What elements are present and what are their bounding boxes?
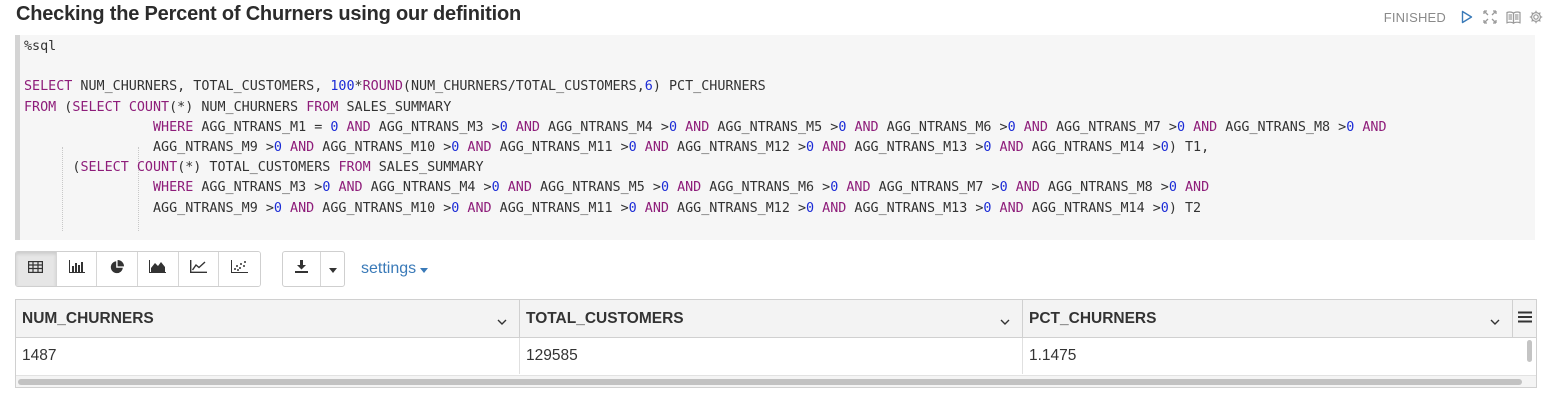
caret-down-icon — [328, 260, 337, 278]
table-icon — [28, 260, 44, 278]
code-editor[interactable]: %sql SELECT NUM_CHURNERS, TOTAL_CUSTOMERS… — [15, 35, 1535, 240]
bar-chart-button[interactable] — [56, 252, 98, 286]
code-line: %sql — [24, 39, 57, 54]
sql-code[interactable]: %sql SELECT NUM_CHURNERS, TOTAL_CUSTOMERS… — [24, 37, 1387, 219]
hamburger-menu-icon — [1517, 310, 1532, 328]
code-line: WHERE AGG_NTRANS_M1 = 0 AND AGG_NTRANS_M… — [153, 119, 1387, 135]
download-button[interactable] — [283, 252, 321, 286]
download-dropdown-button[interactable] — [321, 252, 344, 286]
code-line: FROM (SELECT COUNT(*) NUM_CHURNERS FROM … — [24, 99, 452, 115]
table-view-button[interactable] — [16, 252, 57, 286]
table-cell[interactable]: 1487 — [16, 338, 520, 374]
code-line: SELECT NUM_CHURNERS, TOTAL_CUSTOMERS, 10… — [24, 79, 766, 95]
expand-icon[interactable] — [1482, 9, 1498, 25]
line-chart-button[interactable] — [178, 252, 220, 286]
download-icon — [295, 260, 308, 278]
column-header[interactable]: PCT_CHURNERS — [1023, 300, 1513, 337]
scatter-chart-button[interactable] — [219, 252, 260, 286]
area-chart-button[interactable] — [138, 252, 179, 286]
settings-dropdown[interactable]: settings — [361, 260, 429, 278]
code-line: AGG_NTRANS_M9 >0 AND AGG_NTRANS_M10 >0 A… — [24, 139, 1210, 155]
column-header-label: TOTAL_CUSTOMERS — [526, 309, 684, 327]
code-line: AGG_NTRANS_M9 >0 AND AGG_NTRANS_M10 >0 A… — [24, 200, 1202, 216]
result-grid: NUM_CHURNERS TOTAL_CUSTOMERS PCT_CHURNER… — [15, 299, 1537, 388]
line-chart-icon — [190, 260, 208, 278]
column-header[interactable]: TOTAL_CUSTOMERS — [520, 300, 1023, 337]
table-row[interactable]: 1487 129585 1.1475 — [16, 338, 1528, 374]
chevron-down-icon[interactable] — [1000, 313, 1010, 331]
horizontal-scrollbar-thumb[interactable] — [18, 379, 1522, 385]
bar-chart-icon — [68, 260, 85, 278]
grid-menu-button[interactable] — [1513, 300, 1536, 337]
column-header-label: PCT_CHURNERS — [1029, 309, 1157, 327]
table-cell[interactable]: 129585 — [520, 338, 1023, 374]
paragraph-title: Checking the Percent of Churners using o… — [16, 3, 521, 25]
settings-label: settings — [361, 260, 417, 277]
book-icon[interactable] — [1505, 9, 1521, 25]
chevron-down-icon[interactable] — [497, 313, 507, 331]
gear-icon[interactable] — [1528, 9, 1544, 25]
pie-chart-icon — [110, 259, 125, 279]
code-line: WHERE AGG_NTRANS_M3 >0 AND AGG_NTRANS_M4… — [153, 180, 1210, 196]
download-group — [282, 251, 345, 287]
chevron-down-icon[interactable] — [1490, 313, 1500, 331]
column-header-label: NUM_CHURNERS — [22, 309, 154, 327]
run-icon[interactable] — [1459, 9, 1475, 25]
vertical-scrollbar[interactable] — [1527, 340, 1532, 362]
horizontal-scrollbar[interactable] — [16, 375, 1536, 387]
status-label: FINISHED — [1383, 9, 1446, 25]
pie-chart-button[interactable] — [97, 252, 139, 286]
column-header[interactable]: NUM_CHURNERS — [16, 300, 520, 337]
code-line: (SELECT COUNT(*) TOTAL_CUSTOMERS FROM SA… — [24, 160, 484, 176]
area-chart-icon — [149, 260, 167, 278]
scatter-chart-icon — [231, 260, 249, 278]
paragraph-controls: FINISHED — [1384, 9, 1544, 25]
table-cell[interactable]: 1.1475 — [1023, 338, 1528, 374]
grid-header: NUM_CHURNERS TOTAL_CUSTOMERS PCT_CHURNER… — [16, 300, 1536, 338]
visualization-toolbar — [15, 251, 261, 287]
caret-down-icon — [420, 267, 429, 273]
